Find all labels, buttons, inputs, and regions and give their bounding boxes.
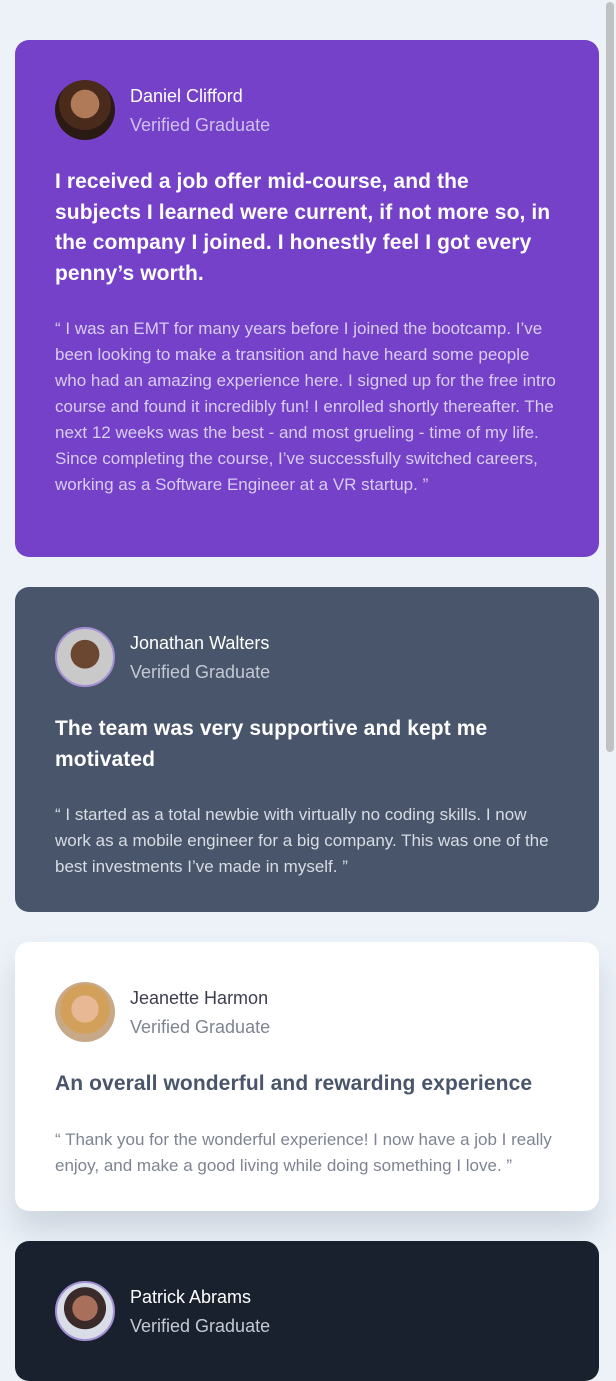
testimonial-header: Patrick Abrams Verified Graduate [55,1281,559,1341]
author-role: Verified Graduate [130,1315,271,1336]
avatar [55,627,115,687]
author-info: Jeanette Harmon Verified Graduate [130,985,270,1040]
testimonial-headline: The team was very supportive and kept me… [55,717,488,771]
author-name: Patrick Abrams [130,1286,252,1307]
testimonial-quote: “ Thank you for the wonderful experience… [55,1129,552,1175]
testimonial-quote: “ I started as a total newbie with virtu… [55,805,549,876]
testimonial-headline: An overall wonderful and rewarding exper… [55,1072,533,1095]
testimonial-card-jonathan: Jonathan Walters Verified Graduate The t… [15,587,599,912]
avatar [55,982,115,1042]
author-info: Jonathan Walters Verified Graduate [130,630,270,685]
author-name: Daniel Clifford [130,85,243,106]
testimonial-card-daniel: Daniel Clifford Verified Graduate I rece… [15,40,599,557]
testimonial-header: Jeanette Harmon Verified Graduate [55,982,559,1042]
person-icon [57,1283,113,1339]
avatar [55,1281,115,1341]
testimonial-header: Jonathan Walters Verified Graduate [55,627,559,687]
avatar [55,80,115,140]
testimonial-quote: “ I was an EMT for many years before I j… [55,319,556,494]
person-icon [55,80,115,140]
testimonial-card-jeanette: Jeanette Harmon Verified Graduate An ove… [15,942,599,1211]
author-info: Patrick Abrams Verified Graduate [130,1284,270,1339]
person-icon [57,629,113,685]
author-role: Verified Graduate [130,114,271,135]
testimonial-card-patrick: Patrick Abrams Verified Graduate [15,1241,599,1381]
person-icon [55,982,115,1042]
author-role: Verified Graduate [130,1016,271,1037]
testimonial-headline: I received a job offer mid-course, and t… [55,170,551,285]
vertical-scrollbar[interactable] [606,2,614,752]
author-info: Daniel Clifford Verified Graduate [130,83,270,138]
author-name: Jeanette Harmon [130,987,269,1008]
testimonial-header: Daniel Clifford Verified Graduate [55,80,559,140]
author-name: Jonathan Walters [130,632,270,653]
author-role: Verified Graduate [130,661,271,682]
